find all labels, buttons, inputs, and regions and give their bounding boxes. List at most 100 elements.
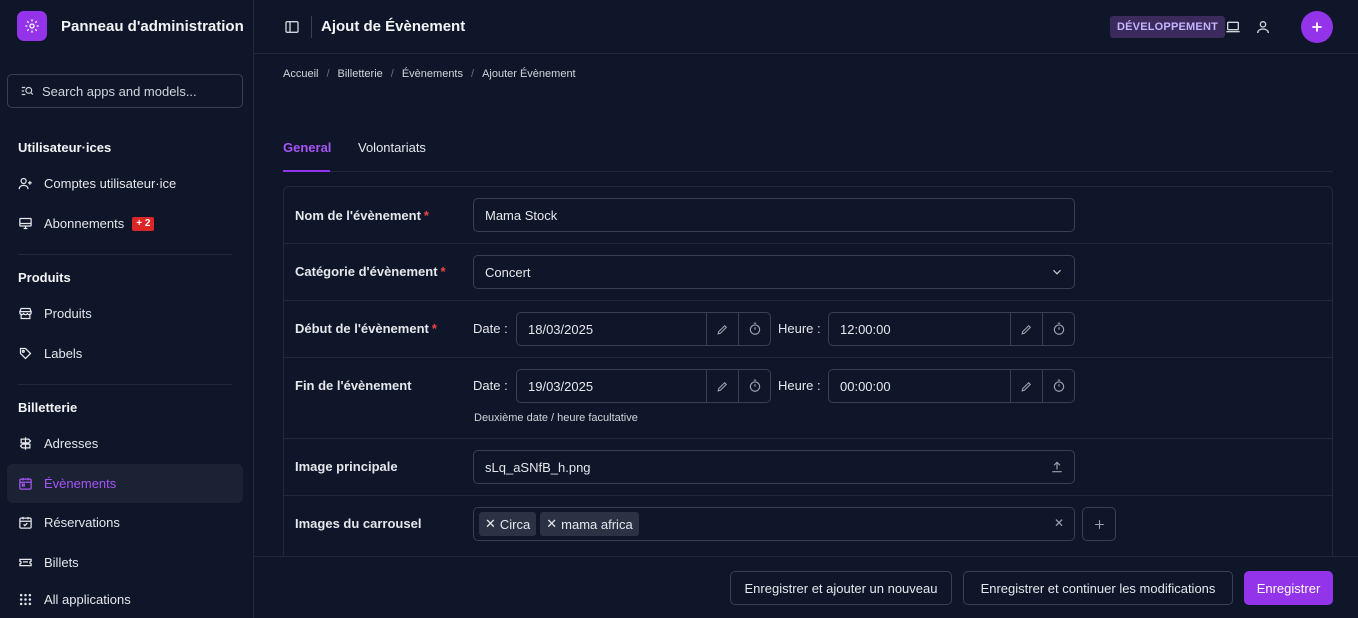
divider xyxy=(18,384,232,385)
sidebar-item-label: Comptes utilisateur·ice xyxy=(44,176,177,191)
active-tab-indicator xyxy=(283,170,330,172)
sidebar-item-addresses[interactable]: Adresses xyxy=(7,424,243,463)
form-row-start: Début de l'évènement * Date : 18/03/2025 … xyxy=(284,301,1332,358)
form-row-end: Fin de l'évènement Date : 19/03/2025 Heu… xyxy=(284,358,1332,439)
main-image-upload[interactable]: sLq_aSNfB_h.png xyxy=(473,450,1075,484)
brand[interactable]: Panneau d'administration xyxy=(17,11,244,41)
sidebar-toggle-icon[interactable] xyxy=(284,19,300,35)
form-row-image: Image principale sLq_aSNfB_h.png xyxy=(284,439,1332,496)
sidebar-item-events[interactable]: Évènements xyxy=(7,464,243,503)
breadcrumb-separator: / xyxy=(471,68,475,80)
plus-icon xyxy=(1312,22,1322,32)
timer-icon[interactable] xyxy=(738,370,770,402)
breadcrumb-separator: / xyxy=(390,68,394,80)
date-label: Date : xyxy=(473,378,508,393)
section-title-ticketing: Billetterie xyxy=(18,400,78,415)
field-label: Images du carrousel xyxy=(295,516,422,531)
time-value: 00:00:00 xyxy=(840,378,891,394)
timer-icon[interactable] xyxy=(1042,370,1074,402)
page-title: Ajout de Évènement xyxy=(321,18,466,35)
tab-general[interactable]: General xyxy=(283,140,331,155)
sidebar-item-label: Abonnements xyxy=(44,216,125,231)
event-name-input[interactable]: Mama Stock xyxy=(473,198,1075,232)
field-label: Catégorie d'évènement * xyxy=(295,264,446,279)
user-plus-icon xyxy=(18,177,32,190)
divider xyxy=(18,254,232,255)
breadcrumb-separator: / xyxy=(326,68,330,80)
start-date-input[interactable]: 18/03/2025 xyxy=(516,312,771,346)
carousel-images-select[interactable]: ✕ Circa ✕ mama africa ✕ xyxy=(473,507,1075,541)
monitor-icon xyxy=(19,217,32,230)
sidebar-item-all-applications[interactable]: All applications xyxy=(7,580,243,618)
breadcrumb-item: Ajouter Évènement xyxy=(482,68,576,80)
field-label: Fin de l'évènement xyxy=(295,378,412,393)
sidebar: Panneau d'administration Search apps and… xyxy=(0,0,254,618)
time-label: Heure : xyxy=(778,378,821,393)
sidebar-item-labels[interactable]: Labels xyxy=(7,334,243,373)
remove-icon[interactable]: ✕ xyxy=(485,516,496,532)
calendar-icon xyxy=(19,477,32,490)
carousel-chip[interactable]: ✕ Circa xyxy=(479,512,537,536)
sidebar-item-reservations[interactable]: Réservations xyxy=(7,503,243,542)
event-form: Nom de l'évènement * Mama Stock Catégorie… xyxy=(283,186,1333,566)
sidebar-item-label: Évènements xyxy=(44,476,117,491)
sidebar-item-label: Produits xyxy=(44,306,92,321)
save-and-add-button[interactable]: Enregistrer et ajouter un nouveau xyxy=(730,571,952,605)
laptop-icon[interactable] xyxy=(1225,19,1241,35)
clear-icon[interactable]: ✕ xyxy=(1054,516,1064,530)
breadcrumb-item[interactable]: Billetterie xyxy=(338,68,383,80)
date-value: 18/03/2025 xyxy=(528,321,594,337)
form-row-category: Catégorie d'évènement * Concert xyxy=(284,244,1332,301)
carousel-chip[interactable]: ✕ mama africa xyxy=(540,512,639,536)
pencil-icon[interactable] xyxy=(706,313,738,345)
save-and-continue-button[interactable]: Enregistrer et continuer les modificatio… xyxy=(963,571,1233,605)
tab-volontariats[interactable]: Volontariats xyxy=(358,140,426,155)
breadcrumb: Accueil / Billetterie / Évènements / Ajo… xyxy=(283,68,576,80)
end-date-input[interactable]: 19/03/2025 xyxy=(516,369,771,403)
search-placeholder: Search apps and models... xyxy=(42,83,197,99)
sidebar-item-accounts[interactable]: Comptes utilisateur·ice xyxy=(7,164,243,203)
sidebar-item-tickets[interactable]: Billets xyxy=(7,543,243,582)
brand-title: Panneau d'administration xyxy=(61,17,244,35)
sidebar-item-products[interactable]: Produits xyxy=(7,294,243,333)
event-category-select[interactable]: Concert xyxy=(473,255,1075,289)
plus-icon xyxy=(1094,519,1104,529)
pencil-icon[interactable] xyxy=(706,370,738,402)
save-button[interactable]: Enregistrer xyxy=(1244,571,1333,605)
date-value: 19/03/2025 xyxy=(528,378,594,394)
breadcrumb-item[interactable]: Accueil xyxy=(283,68,318,80)
chevron-down-icon xyxy=(1053,269,1061,275)
section-title-users: Utilisateur·ices xyxy=(18,140,112,155)
help-text: Deuxième date / heure facultative xyxy=(474,412,638,424)
form-footer: Enregistrer et ajouter un nouveau Enregi… xyxy=(254,556,1358,618)
end-time-input[interactable]: 00:00:00 xyxy=(828,369,1075,403)
header: Ajout de Évènement DÉVELOPPEMENT xyxy=(254,0,1358,54)
user-icon[interactable] xyxy=(1255,19,1271,35)
sidebar-item-subscriptions[interactable]: Abonnements + 2 xyxy=(7,204,243,243)
time-label: Heure : xyxy=(778,321,821,336)
timer-icon[interactable] xyxy=(738,313,770,345)
breadcrumb-item[interactable]: Évènements xyxy=(402,68,463,80)
section-title-products: Produits xyxy=(18,270,71,285)
add-button[interactable] xyxy=(1301,11,1333,43)
remove-icon[interactable]: ✕ xyxy=(546,516,557,532)
timer-icon[interactable] xyxy=(1042,313,1074,345)
search-input[interactable]: Search apps and models... xyxy=(7,74,243,108)
ticket-icon xyxy=(19,558,32,567)
time-value: 12:00:00 xyxy=(840,321,891,337)
form-row-name: Nom de l'évènement * Mama Stock xyxy=(284,187,1332,244)
sidebar-item-label: All applications xyxy=(44,592,131,607)
count-badge: + 2 xyxy=(132,216,155,231)
pencil-icon[interactable] xyxy=(1010,370,1042,402)
calendar-check-icon xyxy=(19,516,32,529)
signpost-icon xyxy=(19,437,32,450)
sidebar-item-label: Billets xyxy=(44,555,79,570)
upload-icon xyxy=(1052,461,1062,473)
field-label: Image principale xyxy=(295,459,398,474)
add-carousel-image-button[interactable] xyxy=(1082,507,1116,541)
divider xyxy=(311,16,312,38)
start-time-input[interactable]: 12:00:00 xyxy=(828,312,1075,346)
pencil-icon[interactable] xyxy=(1010,313,1042,345)
store-icon xyxy=(19,307,32,320)
date-label: Date : xyxy=(473,321,508,336)
